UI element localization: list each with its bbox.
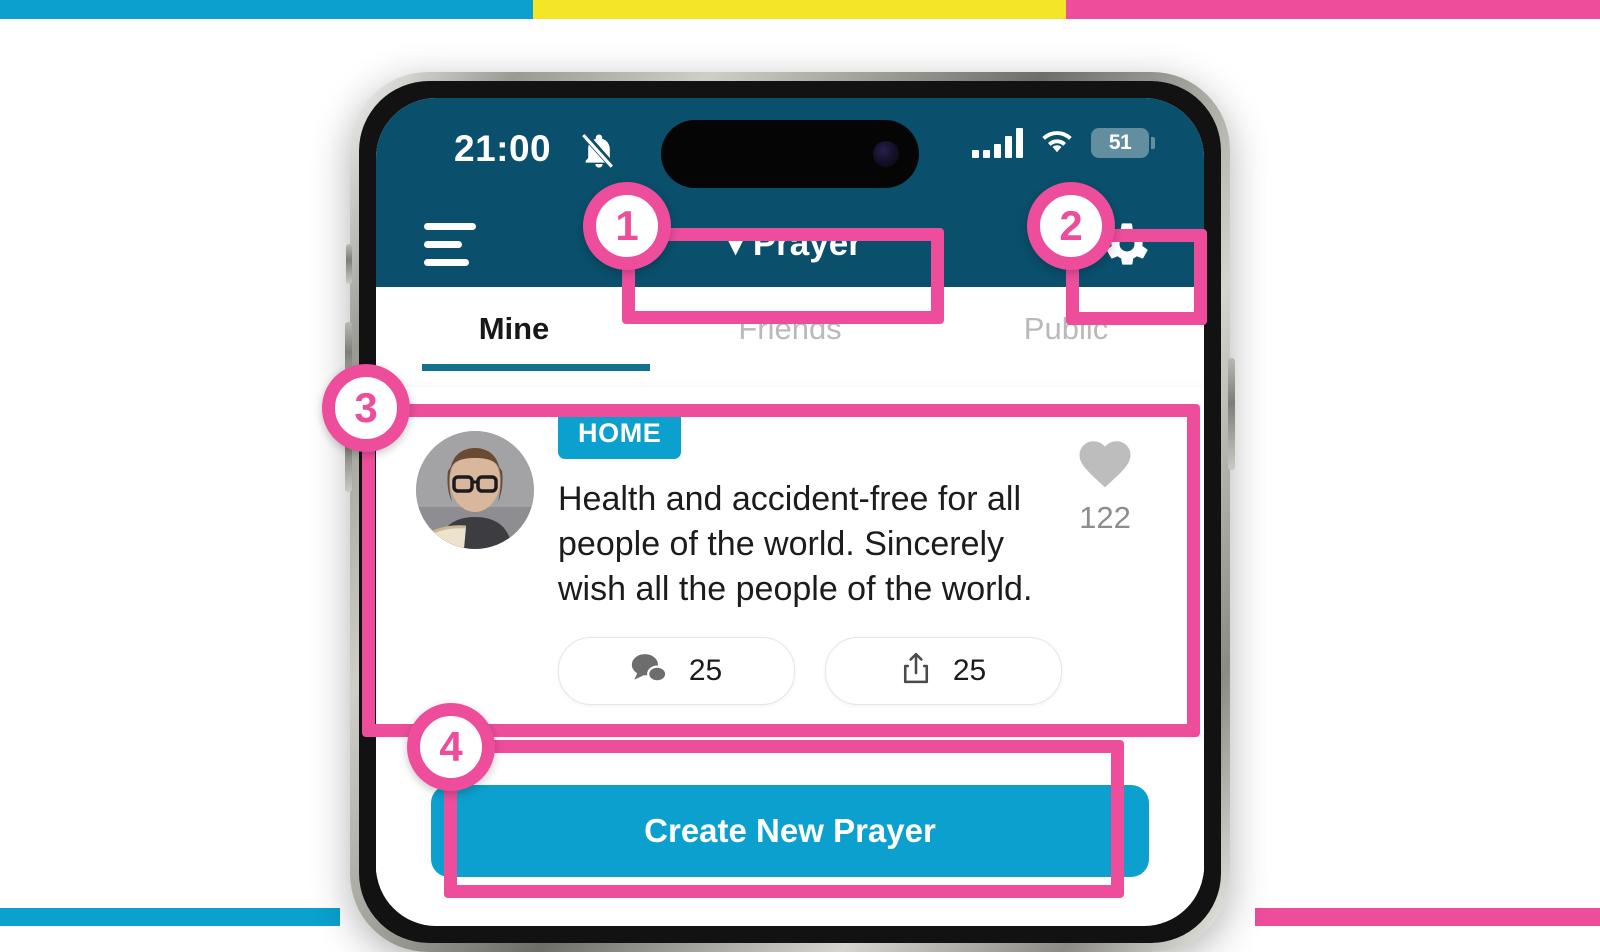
power-button[interactable] <box>1228 358 1235 470</box>
create-prayer-button[interactable]: Create New Prayer <box>431 784 1149 877</box>
dynamic-island <box>661 120 919 188</box>
top-color-bar-cyan <box>0 0 533 19</box>
card-body: HOME Health and accident-free for all pe… <box>558 409 1046 613</box>
cellular-signal-icon <box>972 127 1023 158</box>
share-icon <box>901 651 931 690</box>
top-color-bar-yellow <box>533 0 1066 19</box>
prayer-feed: HOME Health and accident-free for all pe… <box>376 371 1204 877</box>
hamburger-menu-icon[interactable] <box>424 222 476 266</box>
feed-tabs: Mine Friends Public <box>376 287 1204 371</box>
annotation-badge-2: 2 <box>1027 182 1115 270</box>
status-indicators: 51 <box>972 126 1155 159</box>
wifi-icon <box>1039 126 1075 159</box>
battery-level: 51 <box>1108 130 1132 154</box>
bottom-color-bar-cyan <box>0 908 340 926</box>
annotation-badge-4: 4 <box>407 703 495 791</box>
top-color-bar-pink <box>1066 0 1600 19</box>
like-count: 122 <box>1079 500 1131 535</box>
card-top-row: HOME Health and accident-free for all pe… <box>416 409 1164 613</box>
front-camera-icon <box>873 141 899 167</box>
status-time: 21:00 <box>454 128 552 169</box>
share-count: 25 <box>952 653 987 687</box>
annotation-badge-3: 3 <box>322 364 410 452</box>
prayer-card[interactable]: HOME Health and accident-free for all pe… <box>376 387 1204 735</box>
bottom-color-bar-pink <box>1255 908 1600 926</box>
share-button[interactable]: 25 <box>825 636 1062 705</box>
heart-icon[interactable] <box>1077 439 1133 494</box>
comment-button[interactable]: 25 <box>558 636 795 705</box>
status-badge: HOME <box>558 409 682 459</box>
card-actions: 25 25 <box>416 636 1164 705</box>
tab-friends[interactable]: Friends <box>652 287 928 371</box>
battery-icon: 51 <box>1091 127 1155 158</box>
like-block[interactable]: 122 <box>1046 439 1164 536</box>
cta-container: Create New Prayer <box>376 734 1204 877</box>
prayer-text: Health and accident-free for all people … <box>558 480 1033 609</box>
silent-switch-button[interactable] <box>346 244 352 284</box>
annotation-badge-1: 1 <box>583 182 671 270</box>
bell-slash-icon <box>579 131 619 176</box>
avatar <box>416 431 534 549</box>
comment-count: 25 <box>688 653 723 687</box>
tab-public[interactable]: Public <box>928 287 1204 371</box>
tab-mine[interactable]: Mine <box>376 287 652 371</box>
header-title-dropdown[interactable]: ▼Prayer <box>718 224 862 264</box>
active-tab-underline <box>422 364 650 371</box>
comment-icon <box>631 653 668 688</box>
